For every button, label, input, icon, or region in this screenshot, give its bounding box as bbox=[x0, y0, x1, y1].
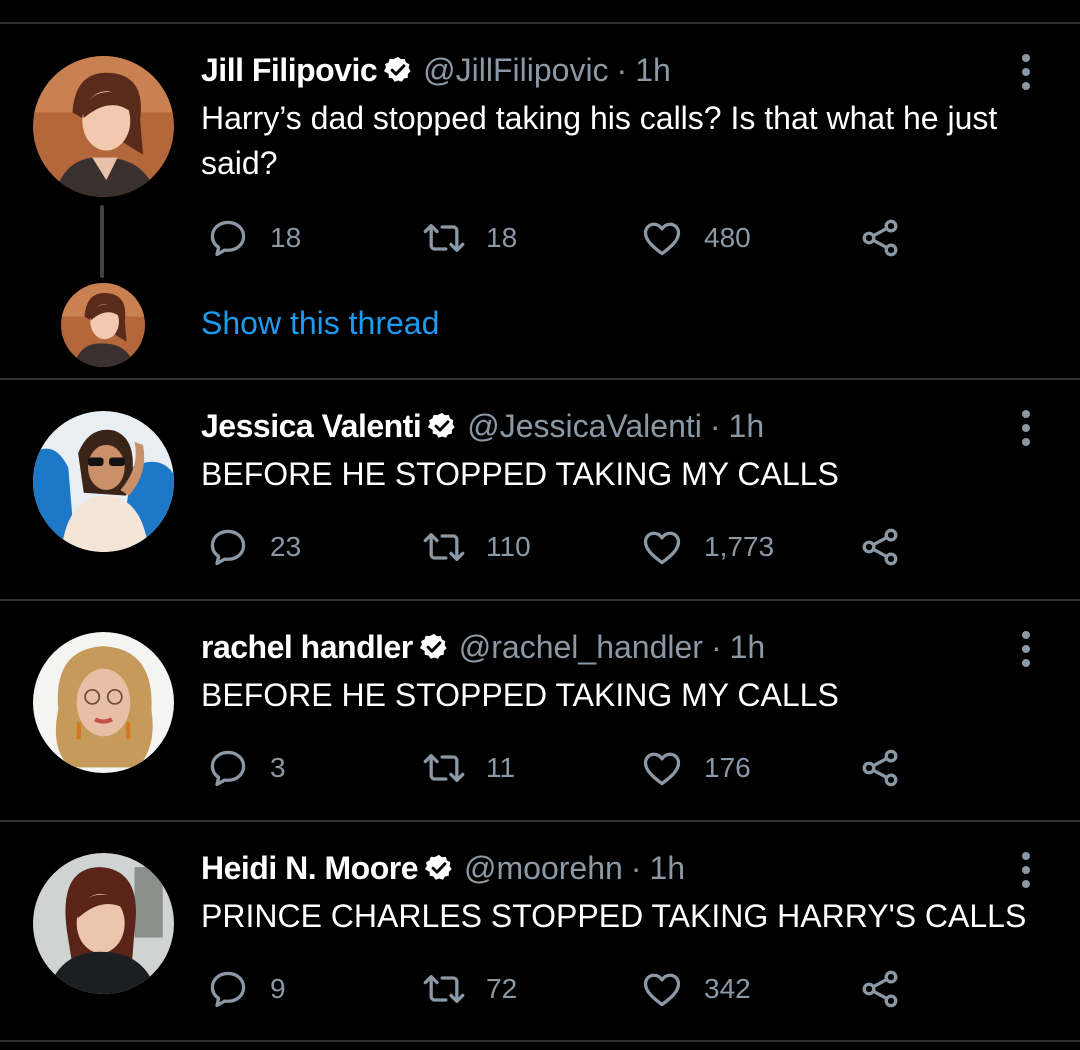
separator-dot: · bbox=[709, 408, 721, 444]
retweet-button[interactable]: 72 bbox=[422, 967, 517, 1011]
tweet-card[interactable]: rachel handler @rachel_handler · 1h BEFO… bbox=[0, 601, 1080, 821]
heart-icon bbox=[640, 967, 684, 1011]
share-button[interactable] bbox=[858, 216, 902, 260]
author-name[interactable]: Jill Filipovic bbox=[201, 50, 378, 90]
show-thread-link[interactable]: Show this thread bbox=[201, 305, 439, 342]
avatar[interactable] bbox=[33, 853, 174, 994]
share-icon bbox=[858, 525, 902, 569]
like-count: 1,773 bbox=[704, 531, 775, 562]
verified-badge-icon bbox=[427, 411, 457, 441]
author-handle[interactable]: @moorehn bbox=[464, 848, 623, 888]
tweet-time[interactable]: 1h bbox=[730, 627, 766, 667]
like-button[interactable]: 480 bbox=[640, 216, 751, 260]
like-button[interactable]: 176 bbox=[640, 746, 751, 790]
avatar[interactable] bbox=[33, 411, 174, 552]
thread-connector-line bbox=[100, 205, 104, 278]
author-handle[interactable]: @rachel_handler bbox=[459, 627, 703, 667]
retweet-count: 18 bbox=[486, 222, 518, 253]
verified-badge-icon bbox=[383, 55, 413, 85]
share-icon bbox=[858, 967, 902, 1011]
tweet-card[interactable]: Heidi N. Moore @moorehn · 1h PRINCE CHAR… bbox=[0, 822, 1080, 1042]
like-count: 176 bbox=[704, 752, 751, 783]
verified-badge-icon bbox=[424, 853, 454, 883]
separator-dot: · bbox=[630, 850, 642, 886]
heart-icon bbox=[640, 216, 684, 260]
avatar[interactable] bbox=[33, 632, 174, 773]
reply-count: 23 bbox=[270, 531, 302, 562]
reply-button[interactable]: 18 bbox=[206, 216, 301, 260]
verified-badge-icon bbox=[419, 632, 449, 662]
separator-dot: · bbox=[710, 629, 722, 665]
tweet-time[interactable]: 1h bbox=[635, 50, 671, 90]
like-button[interactable]: 1,773 bbox=[640, 525, 774, 569]
tweet-card[interactable]: Jill Filipovic @JillFilipovic · 1h Harry… bbox=[0, 0, 1080, 380]
reply-icon bbox=[206, 746, 250, 790]
tweet-text: BEFORE HE STOPPED TAKING MY CALLS bbox=[201, 677, 839, 713]
reply-icon bbox=[206, 216, 250, 260]
more-vertical-icon[interactable] bbox=[1018, 54, 1034, 90]
reply-count: 3 bbox=[270, 752, 286, 783]
reply-button[interactable]: 23 bbox=[206, 525, 301, 569]
more-vertical-icon[interactable] bbox=[1018, 631, 1034, 667]
separator-dot: · bbox=[616, 52, 628, 88]
reply-button[interactable]: 9 bbox=[206, 967, 286, 1011]
tweet-text: BEFORE HE STOPPED TAKING MY CALLS bbox=[201, 456, 839, 492]
tweet-time[interactable]: 1h bbox=[649, 848, 685, 888]
like-count: 342 bbox=[704, 973, 751, 1004]
like-button[interactable]: 342 bbox=[640, 967, 751, 1011]
more-vertical-icon[interactable] bbox=[1018, 852, 1034, 888]
retweet-icon bbox=[422, 746, 466, 790]
retweet-icon bbox=[422, 216, 466, 260]
share-icon bbox=[858, 746, 902, 790]
share-icon bbox=[858, 216, 902, 260]
reply-icon bbox=[206, 967, 250, 1011]
reply-button[interactable]: 3 bbox=[206, 746, 286, 790]
like-count: 480 bbox=[704, 222, 751, 253]
bottom-divider bbox=[0, 1040, 1080, 1042]
retweet-button[interactable]: 18 bbox=[422, 216, 517, 260]
thread-avatar[interactable] bbox=[61, 283, 145, 367]
tweet-text: PRINCE CHARLES STOPPED TAKING HARRY'S CA… bbox=[201, 898, 1027, 934]
author-handle[interactable]: @JessicaValenti bbox=[467, 406, 702, 446]
retweet-icon bbox=[422, 967, 466, 1011]
tweet-header: Heidi N. Moore @moorehn · 1h bbox=[201, 848, 685, 888]
share-button[interactable] bbox=[858, 525, 902, 569]
tweet-time[interactable]: 1h bbox=[729, 406, 765, 446]
reply-icon bbox=[206, 525, 250, 569]
retweet-button[interactable]: 11 bbox=[422, 746, 515, 790]
heart-icon bbox=[640, 746, 684, 790]
tweet-header: Jill Filipovic @JillFilipovic · 1h bbox=[201, 50, 671, 90]
tweet-header: rachel handler @rachel_handler · 1h bbox=[201, 627, 765, 667]
reply-count: 18 bbox=[270, 222, 302, 253]
author-name[interactable]: Heidi N. Moore bbox=[201, 848, 419, 888]
retweet-count: 11 bbox=[486, 752, 516, 783]
retweet-count: 72 bbox=[486, 973, 518, 1004]
avatar[interactable] bbox=[33, 56, 174, 197]
share-button[interactable] bbox=[858, 746, 902, 790]
retweet-button[interactable]: 110 bbox=[422, 525, 531, 569]
author-name[interactable]: rachel handler bbox=[201, 627, 413, 667]
more-vertical-icon[interactable] bbox=[1018, 410, 1034, 446]
share-button[interactable] bbox=[858, 967, 902, 1011]
reply-count: 9 bbox=[270, 973, 286, 1004]
heart-icon bbox=[640, 525, 684, 569]
tweet-header: Jessica Valenti @JessicaValenti · 1h bbox=[201, 406, 764, 446]
retweet-icon bbox=[422, 525, 466, 569]
tweet-text: Harry’s dad stopped taking his calls? Is… bbox=[201, 100, 998, 181]
retweet-count: 110 bbox=[486, 531, 531, 562]
author-name[interactable]: Jessica Valenti bbox=[201, 406, 422, 446]
author-handle[interactable]: @JillFilipovic bbox=[423, 50, 608, 90]
tweet-card[interactable]: Jessica Valenti @JessicaValenti · 1h BEF… bbox=[0, 380, 1080, 600]
